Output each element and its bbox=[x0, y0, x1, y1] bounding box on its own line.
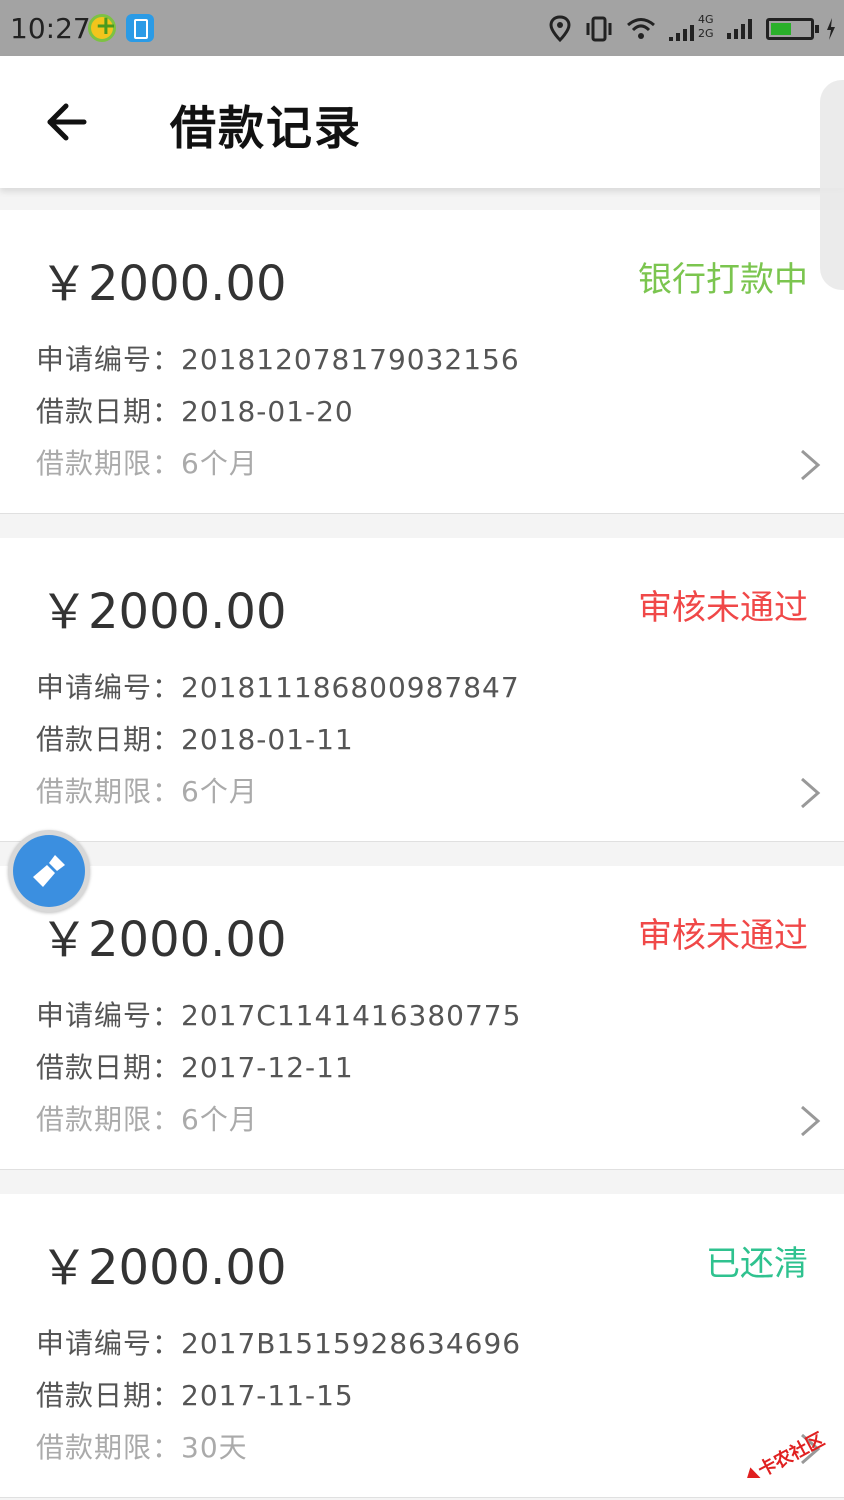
network-4g-label: 4G bbox=[698, 13, 714, 26]
loan-term-row: 借款期限：30天 bbox=[36, 1426, 248, 1466]
application-number-value: 201811186800987847 bbox=[181, 671, 520, 704]
watermark-text: 卡农社区 bbox=[754, 1430, 828, 1478]
page-title: 借款记录 bbox=[170, 101, 362, 155]
loan-amount: ￥2000.00 bbox=[40, 256, 287, 312]
app-notification-icon bbox=[88, 11, 117, 42]
battery-app-icon bbox=[126, 14, 154, 42]
edge-drawer-handle[interactable] bbox=[820, 80, 844, 290]
loan-date-value: 2017-11-15 bbox=[181, 1379, 354, 1412]
loan-term-value: 30天 bbox=[181, 1431, 248, 1464]
loan-term-value: 6个月 bbox=[181, 1103, 258, 1136]
location-icon bbox=[549, 15, 571, 43]
loan-status: 审核未通过 bbox=[638, 588, 808, 628]
loan-amount: ￥2000.00 bbox=[40, 912, 287, 968]
signal-icon bbox=[669, 25, 694, 41]
chevron-right-icon bbox=[801, 1105, 821, 1137]
application-number-row: 申请编号：201812078179032156 bbox=[36, 338, 520, 378]
loan-date-row: 借款日期：2017-11-15 bbox=[36, 1374, 354, 1414]
loan-status: 银行打款中 bbox=[638, 260, 808, 300]
loan-date-label: 借款日期： bbox=[36, 395, 182, 428]
floating-assistant-button[interactable] bbox=[8, 830, 90, 912]
application-number-row: 申请编号：201811186800987847 bbox=[36, 666, 520, 706]
back-button[interactable] bbox=[36, 92, 96, 152]
loan-status: 审核未通过 bbox=[638, 916, 808, 956]
loan-term-row: 借款期限：6个月 bbox=[36, 770, 258, 810]
loan-date-value: 2018-01-20 bbox=[181, 395, 354, 428]
status-bar: 10:27 4G 2G bbox=[0, 0, 844, 56]
loan-record-card[interactable]: ￥2000.00 审核未通过 申请编号：2017C1141416380775 借… bbox=[0, 866, 844, 1170]
application-number-label: 申请编号： bbox=[36, 343, 182, 376]
loan-term-value: 6个月 bbox=[181, 775, 258, 808]
broom-icon bbox=[33, 855, 65, 887]
chevron-right-icon bbox=[801, 449, 821, 481]
cellular-4g-2g: 4G 2G bbox=[668, 13, 714, 43]
loan-term-value: 6个月 bbox=[181, 447, 258, 480]
loan-date-row: 借款日期：2017-12-11 bbox=[36, 1046, 354, 1086]
application-number-row: 申请编号：2017B1515928634696 bbox=[36, 1322, 521, 1362]
loan-date-label: 借款日期： bbox=[36, 723, 182, 756]
watermark-logo: 卡农社区 bbox=[734, 1428, 834, 1488]
app-header: 借款记录 bbox=[0, 56, 844, 188]
battery-icon bbox=[766, 18, 819, 40]
loan-date-value: 2017-12-11 bbox=[181, 1051, 354, 1084]
network-2g-label: 2G bbox=[698, 27, 714, 40]
application-number-label: 申请编号： bbox=[36, 1327, 182, 1360]
vibrate-icon bbox=[586, 16, 612, 42]
signal-icon bbox=[727, 19, 752, 39]
chevron-right-icon bbox=[801, 777, 821, 809]
loan-term-label: 借款期限： bbox=[36, 1431, 182, 1464]
application-number-value: 201812078179032156 bbox=[181, 343, 520, 376]
arrow-left-icon bbox=[47, 103, 87, 141]
application-number-row: 申请编号：2017C1141416380775 bbox=[36, 994, 521, 1034]
loan-amount: ￥2000.00 bbox=[40, 584, 287, 640]
charging-icon bbox=[827, 18, 835, 40]
application-number-label: 申请编号： bbox=[36, 999, 182, 1032]
loan-record-card[interactable]: ￥2000.00 已还清 申请编号：2017B1515928634696 借款日… bbox=[0, 1194, 844, 1498]
floating-assistant-inner bbox=[13, 835, 85, 907]
loan-date-label: 借款日期： bbox=[36, 1379, 182, 1412]
loan-date-row: 借款日期：2018-01-20 bbox=[36, 390, 354, 430]
loan-term-label: 借款期限： bbox=[36, 447, 182, 480]
loan-date-row: 借款日期：2018-01-11 bbox=[36, 718, 354, 758]
loan-status: 已还清 bbox=[706, 1244, 808, 1284]
loan-amount: ￥2000.00 bbox=[40, 1240, 287, 1296]
loan-date-value: 2018-01-11 bbox=[181, 723, 354, 756]
loan-term-label: 借款期限： bbox=[36, 775, 182, 808]
watermark-logo-icon: 卡农社区 bbox=[746, 1428, 828, 1488]
loan-term-row: 借款期限：6个月 bbox=[36, 1098, 258, 1138]
loan-record-card[interactable]: ￥2000.00 银行打款中 申请编号：201812078179032156 借… bbox=[0, 210, 844, 514]
loan-record-card[interactable]: ￥2000.00 审核未通过 申请编号：201811186800987847 借… bbox=[0, 538, 844, 842]
application-number-value: 2017C1141416380775 bbox=[181, 999, 522, 1032]
status-icons: 4G 2G bbox=[548, 13, 836, 44]
status-time: 10:27 bbox=[10, 12, 91, 45]
wifi-icon bbox=[627, 18, 655, 39]
loan-date-label: 借款日期： bbox=[36, 1051, 182, 1084]
loan-term-row: 借款期限：6个月 bbox=[36, 442, 258, 482]
loan-term-label: 借款期限： bbox=[36, 1103, 182, 1136]
application-number-label: 申请编号： bbox=[36, 671, 182, 704]
application-number-value: 2017B1515928634696 bbox=[181, 1327, 522, 1360]
